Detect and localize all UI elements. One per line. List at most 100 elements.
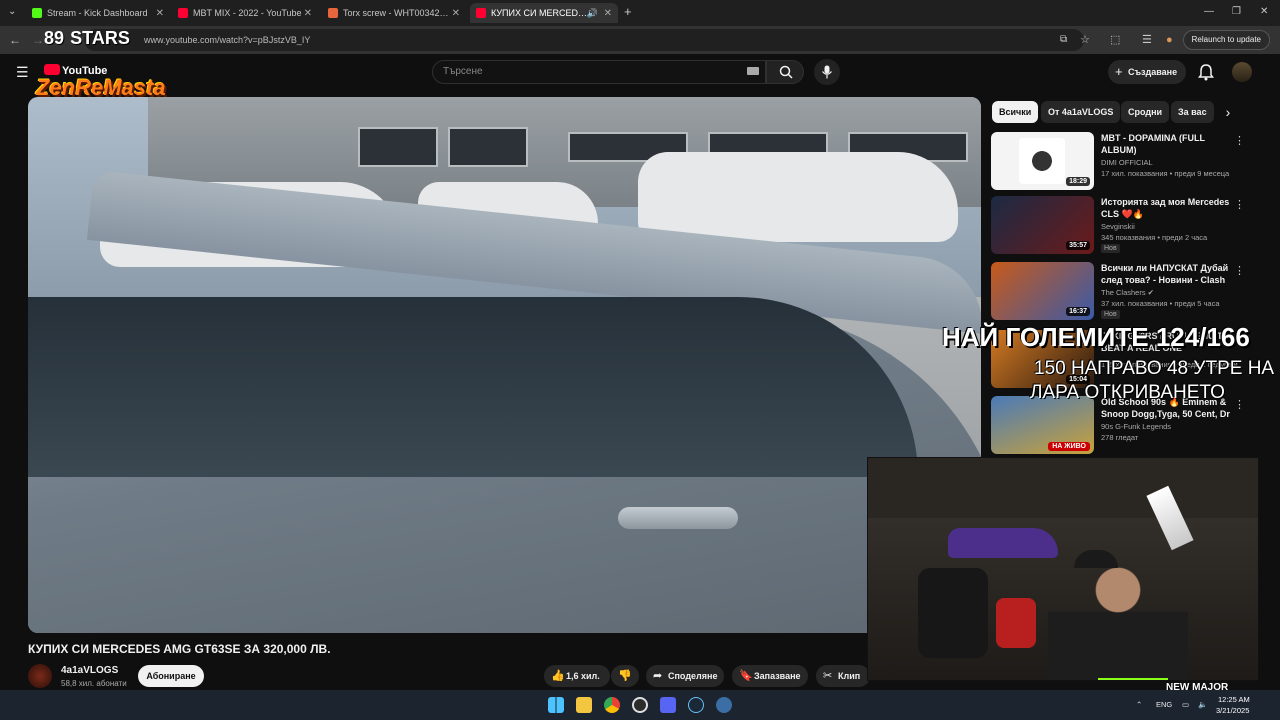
more-actions-icon[interactable]: ⋮ (1234, 134, 1245, 147)
tab-search-icon[interactable]: ⌄ (8, 0, 16, 26)
new-tab-icon[interactable]: + (624, 0, 632, 26)
close-tab-icon[interactable]: ✕ (604, 8, 612, 19)
volume-icon[interactable]: 🔈 (1198, 690, 1207, 720)
close-window-icon[interactable]: ✕ (1260, 0, 1268, 26)
channel-avatar[interactable] (28, 664, 52, 688)
recommendation-item[interactable]: 18:29 MBT - DOPAMINA (FULL ALBUM) DIMI O… (991, 132, 1253, 190)
clock-date[interactable]: 3/21/2025 (1216, 706, 1249, 715)
search-input[interactable]: Търсене (432, 60, 766, 84)
recommendation-meta: 345 показвания • преди 2 часа (1101, 233, 1208, 242)
file-explorer-icon[interactable] (576, 697, 592, 713)
notifications-bell-icon[interactable] (1196, 62, 1216, 82)
obs-icon[interactable] (632, 697, 648, 713)
recommendation-item[interactable]: 16:37 Всички ли НАПУСКАТ Дубай след това… (991, 262, 1253, 320)
scissors-icon: ✂ (823, 670, 833, 682)
create-button[interactable]: + Създаване (1108, 60, 1186, 84)
clip-button[interactable]: ✂ Клип (816, 665, 870, 687)
webcam-purple-car (948, 528, 1058, 558)
tab-kick-dashboard[interactable]: Stream - Kick Dashboard ✕ (26, 3, 170, 23)
site-favicon-icon (328, 8, 338, 18)
video-frame-door-handle (618, 507, 738, 529)
more-actions-icon[interactable]: ⋮ (1234, 198, 1245, 211)
close-tab-icon[interactable]: ✕ (156, 8, 164, 19)
extensions-icon[interactable]: ⬚ (1110, 26, 1120, 54)
recommendation-meta: 17 хил. показвания • преди 9 месеца (1101, 169, 1230, 178)
forward-icon[interactable]: → (32, 26, 44, 54)
video-thumbnail[interactable]: 16:37 (991, 262, 1094, 320)
recommendation-channel[interactable]: The Clashers ✔ (1101, 288, 1154, 297)
tab-title: КУПИХ СИ MERCEDES AMG (491, 8, 591, 18)
tray-overflow-icon[interactable]: ⌃ (1136, 690, 1142, 720)
address-bar[interactable]: www.youtube.com/watch?v=pBJstzVB_IY (84, 29, 1084, 51)
minimize-window-icon[interactable]: — (1204, 0, 1214, 26)
discord-icon[interactable] (660, 697, 676, 713)
video-thumbnail[interactable]: 18:29 (991, 132, 1094, 190)
dislike-button[interactable]: 👎 (611, 665, 639, 687)
share-icon: ➦ (653, 670, 663, 682)
channel-name[interactable]: 4a1aVLOGS (61, 665, 118, 676)
share-button[interactable]: ➦ Споделяне (646, 665, 724, 687)
profile-avatar-icon[interactable]: ● (1166, 26, 1173, 54)
chip-for-you[interactable]: За вас (1171, 101, 1214, 123)
user-avatar[interactable] (1232, 62, 1252, 82)
tab-mbt-mix[interactable]: MBT MIX - 2022 - YouTube ✕ (172, 3, 318, 23)
chrome-icon[interactable] (604, 697, 620, 713)
recommendation-title[interactable]: Всички ли НАПУСКАТ Дубай след това? - Но… (1101, 262, 1231, 286)
close-tab-icon[interactable]: ✕ (452, 8, 460, 19)
youtube-favicon-icon (178, 8, 188, 18)
chevron-right-icon[interactable]: › (1218, 101, 1238, 123)
video-thumbnail[interactable]: 35:57 (991, 196, 1094, 254)
recommendation-item[interactable]: НА ЖИВО Old School 90s 🔥 Eminem & Snoop … (991, 396, 1253, 454)
video-thumbnail[interactable]: НА ЖИВО (991, 396, 1094, 454)
tab-torx-screw[interactable]: Torx screw - WHT003425 | Desi ✕ (322, 3, 466, 23)
menu-hamburger-icon[interactable]: ☰ (16, 59, 29, 85)
like-button[interactable]: 👍 1,6 хил. (544, 665, 610, 687)
webcam-overlay (867, 457, 1259, 681)
language-indicator[interactable]: ENG (1156, 690, 1172, 720)
steam-icon[interactable] (688, 697, 704, 713)
microphone-icon (822, 65, 832, 79)
install-app-icon[interactable]: ⧉ (1060, 26, 1067, 54)
windows-start-icon[interactable] (548, 697, 564, 713)
chip-all[interactable]: Всички (992, 101, 1039, 123)
audio-playing-icon[interactable]: 🔊 (587, 8, 598, 19)
back-icon[interactable]: ← (9, 26, 21, 54)
clock-time[interactable]: 12:25 AM (1218, 695, 1250, 704)
taskbar: ⌃ ENG ▭ 🔈 (0, 690, 1280, 720)
chip-related[interactable]: Сродни (1121, 101, 1170, 123)
search-button[interactable] (766, 60, 804, 84)
video-title: КУПИХ СИ MERCEDES AMG GT63SE ЗА 320,000 … (28, 642, 331, 656)
tab-title: MBT MIX - 2022 - YouTube (193, 8, 302, 18)
new-badge: Нов (1101, 244, 1120, 253)
keyboard-icon[interactable] (747, 67, 759, 75)
relaunch-to-update-button[interactable]: Relaunch to update (1182, 30, 1270, 50)
video-player[interactable] (28, 97, 981, 633)
recommendation-title[interactable]: Историята зад моя Mercedes CLS ❤️🔥 (1101, 196, 1231, 220)
recommendation-meta: 37 хил. показвания • преди 5 часа (1101, 299, 1220, 308)
recommendation-title[interactable]: MBT - DOPAMINA (FULL ALBUM) (1101, 132, 1231, 156)
subscribe-button[interactable]: Абониране (138, 665, 204, 687)
save-button[interactable]: 🔖 Запазване (732, 665, 808, 687)
bookmark-star-icon[interactable]: ☆ (1080, 26, 1090, 54)
browser-toolbar: ← → www.youtube.com/watch?v=pBJstzVB_IY … (0, 26, 1280, 54)
recommendation-channel[interactable]: DIMI OFFICIAL (1101, 158, 1153, 167)
webcam-green-bar (1098, 678, 1168, 680)
youtube-play-icon (44, 64, 60, 75)
network-icon[interactable]: ▭ (1182, 690, 1189, 720)
recommendation-item[interactable]: 35:57 Историята зад моя Mercedes CLS ❤️🔥… (991, 196, 1253, 254)
voice-search-button[interactable] (814, 59, 840, 85)
tab-current-video[interactable]: КУПИХ СИ MERCEDES AMG 🔊 ✕ (470, 3, 618, 23)
recommendation-channel[interactable]: 90s G-Funk Legends (1101, 422, 1171, 431)
more-actions-icon[interactable]: ⋮ (1234, 264, 1245, 277)
close-tab-icon[interactable]: ✕ (304, 8, 312, 19)
recommendation-channel[interactable]: Sevginskii (1101, 222, 1135, 231)
album-cover-icon (1019, 138, 1065, 184)
app-icon[interactable] (716, 697, 732, 713)
profile-menu-icon[interactable]: ☰ (1142, 26, 1152, 54)
maximize-window-icon[interactable]: ❐ (1232, 0, 1241, 26)
thumbs-down-icon: 👎 (618, 670, 632, 682)
more-actions-icon[interactable]: ⋮ (1234, 398, 1245, 411)
chip-from-channel[interactable]: От 4a1aVLOGS (1041, 101, 1121, 123)
streamer-logo: ZenReMasta (36, 75, 166, 100)
bookmark-icon: 🔖 (739, 670, 753, 682)
